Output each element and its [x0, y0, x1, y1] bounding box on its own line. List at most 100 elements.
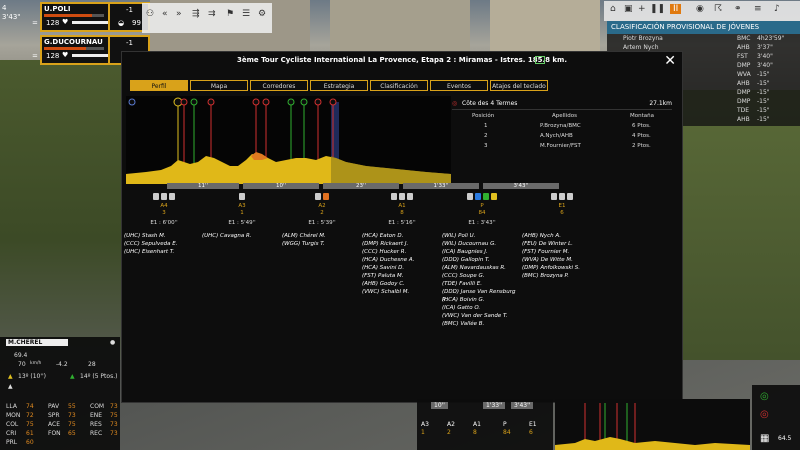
group-member[interactable]: (TDE) Favilli E. [442, 280, 522, 288]
group-member[interactable]: (DMP) Rickaert J. [362, 240, 442, 248]
stage-profile-chart [126, 96, 451, 184]
pause-icon[interactable]: ❚❚ [650, 4, 665, 14]
stat-label: COM [90, 403, 105, 410]
fast-forward-icon[interactable]: » [176, 9, 182, 19]
classification-rider: Artem Nych [623, 44, 659, 51]
group-member[interactable]: (AHB) Godoy C. [362, 280, 442, 288]
jersey-icon [491, 193, 497, 200]
group-member[interactable]: (ICA) Baugnies J. [442, 248, 522, 256]
strip-group-count: 84 [503, 429, 511, 436]
close-icon[interactable]: ✕ [664, 53, 676, 69]
group-member[interactable]: (VWC) Van der Sande T. [442, 312, 522, 320]
tab-corredores[interactable]: Corredores [250, 80, 308, 91]
sound-icon[interactable]: ♪ [774, 4, 780, 14]
strip-group-code[interactable]: A1 [473, 421, 481, 428]
tab-atajos[interactable]: Atajos del teclado [490, 80, 548, 91]
group-column[interactable]: A2 2 E1 : 5'39'' (ALM) Chérel M. (WGG) Turgi… [282, 193, 362, 248]
group-member[interactable]: (HCA) Boivin G. [442, 296, 522, 304]
group-count: 6 [560, 210, 564, 216]
strip-group-code[interactable]: P [503, 421, 507, 428]
jersey-icon [559, 193, 565, 200]
climb-icon[interactable]: ◎ [760, 409, 769, 420]
list-icon[interactable]: ☰ [242, 9, 250, 19]
split-icon[interactable]: ⇶ [192, 9, 200, 19]
camera-icon[interactable]: ▣ [624, 4, 633, 14]
rewind-icon[interactable]: « [162, 9, 168, 19]
col-names: Apellidos [552, 113, 577, 119]
group-member[interactable]: (FEU) De Winter L. [522, 240, 602, 248]
classification-team: AHB [737, 116, 750, 123]
tab-perfil[interactable]: Perfil [130, 80, 188, 91]
speed-button[interactable]: II [670, 4, 682, 14]
stat-value: 73 [110, 430, 118, 437]
flag-icon[interactable]: ⚑ [226, 9, 234, 19]
group-member[interactable]: (HCA) Eaton D. [362, 232, 442, 240]
group-member[interactable]: (HCA) Savini D. [362, 264, 442, 272]
tab-mapa[interactable]: Mapa [190, 80, 248, 91]
group-member[interactable]: (WVA) De Witte M. [522, 256, 602, 264]
tab-estrategia[interactable]: Estrategia [310, 80, 368, 91]
group-member[interactable]: (DDD) Janse Van Rensburg R. [442, 288, 522, 303]
gap-bar: 1'33'' [483, 402, 506, 409]
group-column[interactable]: A1 8 E1 : 5'16'' (HCA) Eaton D. (DMP) Rickae… [362, 193, 442, 296]
group-member[interactable]: (UHC) Eisenhart T. [124, 248, 204, 256]
plus-icon[interactable]: + [638, 4, 646, 14]
group-member[interactable]: (VWC) Schalbl M. [362, 288, 442, 296]
group-member[interactable]: (CCC) Soupe G. [442, 272, 522, 280]
group-member[interactable]: (ALM) Navardauskas R. [442, 264, 522, 272]
group-member[interactable]: (HCA) Duchesne A. [362, 256, 442, 264]
climb-rider: A.Nych/AHB [540, 133, 573, 139]
strip-group-code[interactable]: A2 [447, 421, 455, 428]
group-member[interactable]: (CCC) Hucker R. [362, 248, 442, 256]
group-member[interactable]: (BMC) Brozyna P. [522, 272, 602, 280]
effort-gauge[interactable] [72, 21, 112, 24]
separator: = [32, 52, 38, 60]
group-member[interactable]: (DDD) Gallopin T. [442, 256, 522, 264]
climb-row: 2 A.Nych/AHB 4 Ptos. [452, 132, 672, 142]
group-member[interactable]: (BMC) Vallée B. [442, 320, 522, 328]
menu-icon[interactable]: ≡ [754, 4, 762, 14]
bike-icon[interactable]: ⚭ [734, 4, 742, 14]
km-left: 64.5 [778, 435, 792, 442]
group-column[interactable]: A4 3 E1 : 6'00'' (UHC) Stash M. (CCC) Sepulv… [124, 193, 204, 256]
jersey-icon [551, 193, 557, 200]
stat-value: 72 [26, 412, 34, 419]
settings-icon[interactable]: ⚙ [258, 9, 266, 19]
classification-team: DMP [737, 98, 751, 105]
sprint-icon[interactable]: ◎ [760, 391, 769, 402]
rider-icon[interactable]: ☈ [714, 4, 722, 14]
group-column[interactable]: P 84 E1 : 3'43'' (WIL) Poli U. (WIL) Ducourn… [442, 193, 522, 328]
tab-eventos[interactable]: Eventos [430, 80, 488, 91]
jersey-row [282, 193, 362, 203]
jersey-row [362, 193, 442, 203]
group-member[interactable]: (WGG) Turgis T. [282, 240, 362, 248]
climb-rider: P.Brozyna/BMC [540, 123, 581, 129]
group-member[interactable]: (FST) Fournier M. [522, 248, 602, 256]
gap-bar: 23'' [323, 183, 399, 189]
group-member[interactable]: (CCC) Sepulveda E. [124, 240, 204, 248]
effort-gauge[interactable] [72, 54, 112, 57]
group-member[interactable]: (UHC) Stash M. [124, 232, 204, 240]
group-member[interactable]: (WIL) Poli U. [442, 232, 522, 240]
finish-flag-icon: ▦ [760, 433, 770, 444]
join-icon[interactable]: ⇉ [208, 9, 216, 19]
stat-value: 55 [68, 403, 76, 410]
tab-clasificacion[interactable]: Clasificación [370, 80, 428, 91]
group-member[interactable]: (DMP) Anfolkowski S. [522, 264, 602, 272]
classification-row[interactable]: Piotr Brozyna BMC 4h23'59" [607, 34, 800, 43]
group-member[interactable]: (ALM) Chérel M. [282, 232, 362, 240]
group-member[interactable]: (UHC) Cavagna R. [202, 232, 282, 240]
eye-icon[interactable]: ◉ [696, 4, 704, 14]
home-icon[interactable]: ⌂ [610, 4, 616, 14]
stat-label: PAV [48, 403, 60, 410]
group-member[interactable]: (WIL) Ducournau G. [442, 240, 522, 248]
strip-group-code[interactable]: A3 [421, 421, 429, 428]
group-member[interactable]: (AHB) Nych A. [522, 232, 602, 240]
people-icon[interactable]: ⚇ [146, 9, 154, 19]
group-column[interactable]: A3 1 E1 : 5'49'' (UHC) Cavagna R. [202, 193, 282, 240]
group-column[interactable]: E1 6 (AHB) Nych A. (FEU) De Winter L. (FST) … [522, 193, 602, 280]
group-member[interactable]: (FST) Paluta M. [362, 272, 442, 280]
group-time: E1 : 5'49'' [228, 220, 256, 226]
strip-group-code[interactable]: E1 [529, 421, 537, 428]
group-member[interactable]: (ICA) Gatto O. [442, 304, 522, 312]
